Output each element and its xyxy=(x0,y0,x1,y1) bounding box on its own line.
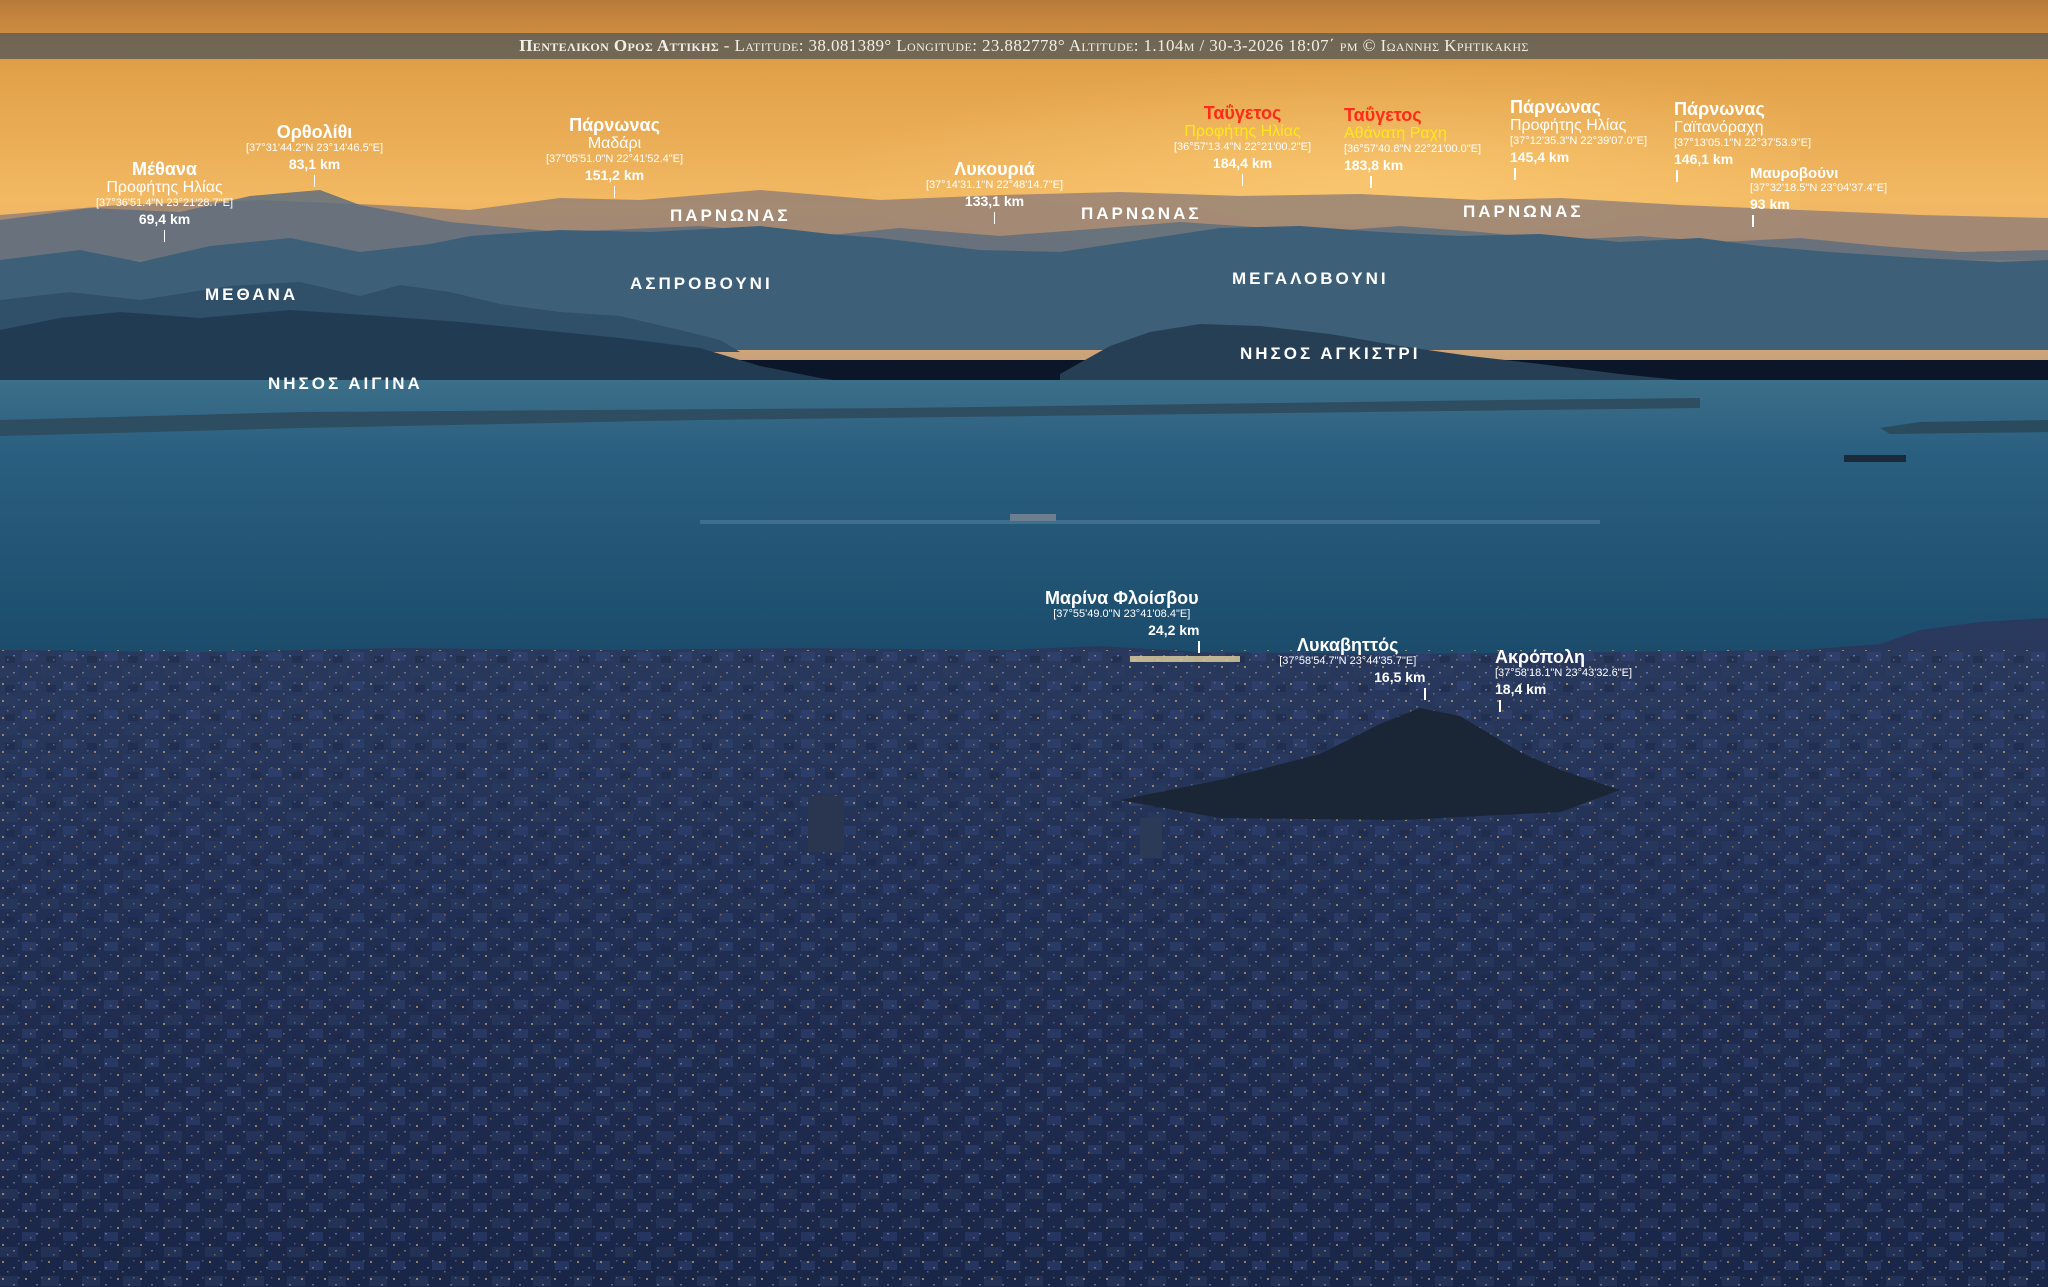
header-title: Πεντελικον Ορος Αττικης xyxy=(519,36,720,55)
peak-coordinates: [36°57'13.4"N 22°21'00.2"E] xyxy=(1174,140,1312,153)
sea-sheen xyxy=(700,520,1600,524)
shoreline-lights xyxy=(1130,656,1240,662)
peak-distance: 83,1 km xyxy=(288,156,341,173)
region-methana: ΜΕΘΑΝΑ xyxy=(205,285,299,304)
pointer-line xyxy=(613,185,616,198)
peak-distance: 93 km xyxy=(1750,196,1790,213)
peak-name: Πάρνωνας xyxy=(1510,97,1601,117)
peak-name: Λυκουριά xyxy=(954,159,1035,179)
landmark-distance: 16,5 km xyxy=(1374,669,1426,686)
peak-coordinates: [37°13'05.1"N 22°37'53.9"E] xyxy=(1674,136,1812,149)
peak-distance: 151,2 km xyxy=(584,166,645,183)
landmark-distance: 18,4 km xyxy=(1495,681,1547,698)
peak-subname: Προφήτης Ηλίας xyxy=(106,179,223,197)
peak-name: Ορθολίθι xyxy=(276,122,353,142)
pointer-line xyxy=(1198,641,1200,654)
ship-2 xyxy=(1010,514,1056,521)
peak-coordinates: [37°05'51.0"N 22°41'52.4"E] xyxy=(546,152,684,165)
peak-subname: Γαϊτανόραχη xyxy=(1674,119,1764,137)
peak-name: Πάρνωνας xyxy=(569,115,660,135)
peak-coordinates: [37°14'31.1"N 22°48'14.7"E] xyxy=(926,179,1064,192)
peak-distance: 133,1 km xyxy=(964,193,1025,210)
label-parnonas-profitis-ilias: Πάρνωνας Προφήτης Ηλίας [37°12'35.3"N 22… xyxy=(1510,97,1648,180)
region-parnonas-2: ΠΑΡΝΩΝΑΣ xyxy=(1081,204,1202,223)
panorama-photo: Πεντελικον Ορος Αττικης - Latitude: 38.0… xyxy=(0,0,2048,1287)
label-taygetos-athanati-rachi: Ταΰγετος Αθάνατη Ραχη [36°57'40.8"N 22°2… xyxy=(1344,105,1482,188)
peak-name: Ταΰγετος xyxy=(1203,103,1282,123)
region-asprovouni: ΑΣΠΡΟΒΟΥΝΙ xyxy=(630,274,773,293)
peak-coordinates: [37°12'35.3"N 22°39'07.0"E] xyxy=(1510,134,1648,147)
landmark-coordinates: [37°58'18.1"N 23°43'32.6"E] xyxy=(1495,667,1633,680)
label-acropolis: Ακρόπολη [37°58'18.1"N 23°43'32.6"E] 18,… xyxy=(1495,647,1633,713)
header-details: - Latitude: 38.081389° Longitude: 23.882… xyxy=(719,36,1529,55)
landmark-name: Ακρόπολη xyxy=(1495,647,1585,667)
peak-name: Πάρνωνας xyxy=(1674,99,1765,119)
peak-subname: Προφήτης Ηλίας xyxy=(1510,117,1627,135)
pointer-line xyxy=(1370,175,1372,188)
label-lycabettus: Λυκαβηττός [37°58'54.7"N 23°44'35.7"E] 1… xyxy=(1270,635,1426,701)
peak-distance: 183,8 km xyxy=(1344,156,1404,173)
peak-distance: 184,4 km xyxy=(1212,154,1273,171)
peak-coordinates: [37°36'51.4"N 23°21'28.7"E] xyxy=(96,196,234,209)
peak-name: Μέθανα xyxy=(132,159,198,179)
region-aigina: ΝΗΣΟΣ ΑΙΓΙΝΑ xyxy=(268,374,423,393)
pointer-line xyxy=(313,175,316,188)
pointer-line xyxy=(1676,169,1678,182)
pointer-line xyxy=(1752,215,1754,228)
label-lykouria: Λυκουριά [37°14'31.1"N 22°48'14.7"E] 133… xyxy=(926,159,1064,225)
tower-building-2 xyxy=(1140,818,1162,858)
header-caption-bar: Πεντελικον Ορος Αττικης - Latitude: 38.0… xyxy=(0,33,2048,59)
landmark-distance: 24,2 km xyxy=(1148,622,1200,639)
landmark-name: Λυκαβηττός xyxy=(1297,635,1399,655)
label-ortholithi: Ορθολίθι [37°31'44.2"N 23°14'46.5"E] 83,… xyxy=(246,122,384,188)
label-marina-floisvou: Μαρίνα Φλοίσβου [37°55'49.0"N 23°41'08.4… xyxy=(1044,588,1200,654)
peak-coordinates: [37°31'44.2"N 23°14'46.5"E] xyxy=(246,142,384,155)
region-megalovouni: ΜΕΓΑΛΟΒΟΥΝΙ xyxy=(1232,269,1389,288)
peak-subname: Αθάνατη Ραχη xyxy=(1344,125,1447,143)
pointer-line xyxy=(993,212,996,225)
pointer-line xyxy=(1499,700,1501,713)
city-lights xyxy=(0,650,2048,1287)
tower-building xyxy=(808,796,844,852)
pointer-line xyxy=(1241,173,1244,186)
pointer-line xyxy=(1424,688,1426,701)
label-mavrovouni: Μαυροβούνι [37°32'18.5"N 23°04'37.4"E] 9… xyxy=(1750,165,1888,228)
landmark-coordinates: [37°55'49.0"N 23°41'08.4"E] xyxy=(1053,608,1191,621)
pointer-line xyxy=(163,229,166,242)
header-caption: Πεντελικον Ορος Αττικης - Latitude: 38.0… xyxy=(519,36,1529,56)
peak-name: Ταΰγετος xyxy=(1344,105,1422,125)
peak-name: Μαυροβούνι xyxy=(1750,165,1839,182)
landmark-name: Μαρίνα Φλοίσβου xyxy=(1044,588,1199,608)
region-parnonas-3: ΠΑΡΝΩΝΑΣ xyxy=(1463,202,1584,221)
label-taygetos-profitis-ilias: Ταΰγετος Προφήτης Ηλίας [36°57'13.4"N 22… xyxy=(1174,103,1312,186)
peak-distance: 145,4 km xyxy=(1510,148,1570,165)
ship-1 xyxy=(1844,455,1906,462)
label-methana: Μέθανα Προφήτης Ηλίας [37°36'51.4"N 23°2… xyxy=(96,159,234,242)
region-parnonas-1: ΠΑΡΝΩΝΑΣ xyxy=(670,206,791,225)
pointer-line xyxy=(1514,167,1516,180)
peak-distance: 69,4 km xyxy=(138,210,191,227)
peak-coordinates: [36°57'40.8"N 22°21'00.0"E] xyxy=(1344,142,1482,155)
region-agkistri: ΝΗΣΟΣ ΑΓΚΙΣΤΡΙ xyxy=(1240,344,1421,363)
landmark-coordinates: [37°58'54.7"N 23°44'35.7"E] xyxy=(1279,655,1417,668)
label-parnonas-madari: Πάρνωνας Μαδάρι [37°05'51.0"N 22°41'52.4… xyxy=(546,115,684,198)
peak-subname: Προφήτης Ηλίας xyxy=(1184,123,1301,141)
peak-subname: Μαδάρι xyxy=(587,135,642,153)
peak-coordinates: [37°32'18.5"N 23°04'37.4"E] xyxy=(1750,182,1888,195)
